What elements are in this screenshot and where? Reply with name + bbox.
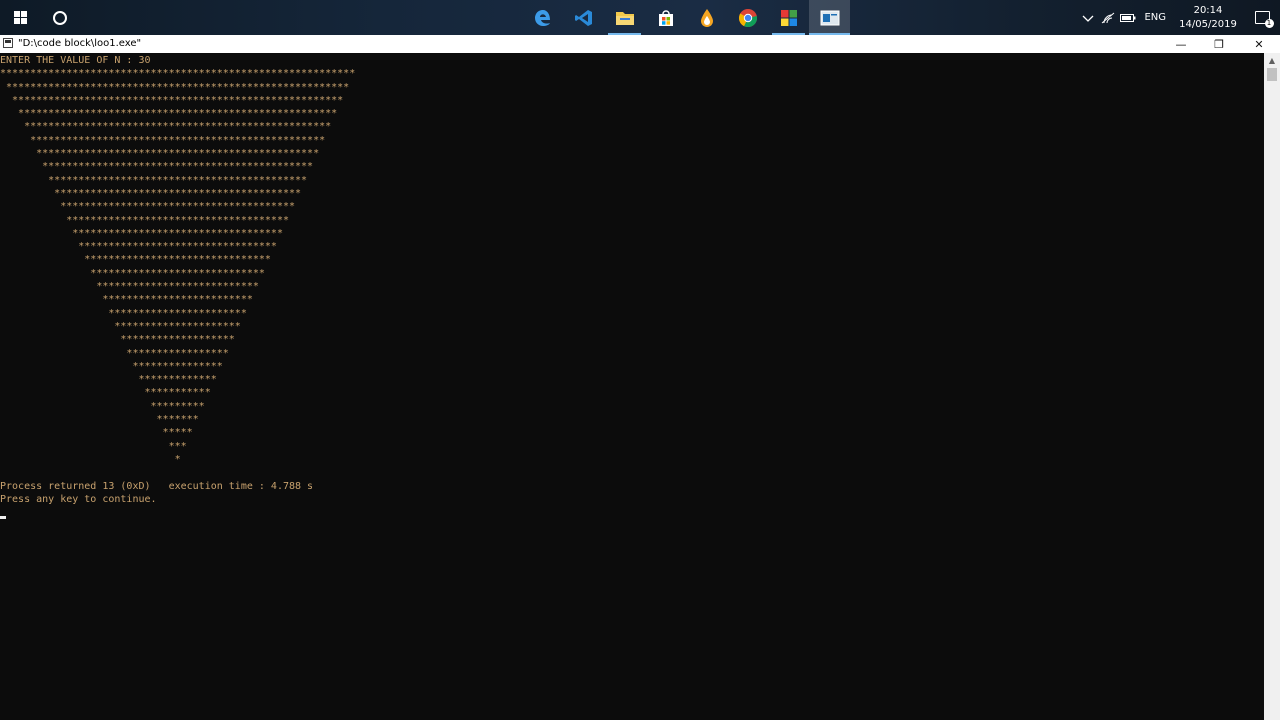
chevron-up-icon: [1082, 15, 1094, 22]
battery-icon: [1120, 13, 1136, 22]
window-title: "D:\code block\loo1.exe": [18, 38, 142, 49]
taskbar: ENG 20:14 14/05/2019 1: [0, 0, 1280, 35]
taskbar-app-codeblocks[interactable]: [768, 0, 809, 35]
input-value: 30: [138, 55, 151, 66]
scroll-up-arrow-icon[interactable]: ▲: [1264, 53, 1280, 68]
taskbar-app-file-explorer[interactable]: [604, 0, 645, 35]
taskbar-app-drop[interactable]: [686, 0, 727, 35]
taskbar-app-chrome[interactable]: [727, 0, 768, 35]
process-returned-line: Process returned 13 (0xD) execution time…: [0, 480, 314, 492]
folder-icon: [615, 11, 634, 25]
console-text: ENTER THE VALUE OF N : 30 **************…: [0, 54, 355, 506]
console-output-area[interactable]: ENTER THE VALUE OF N : 30 **************…: [0, 53, 1264, 720]
console-window-icon[interactable]: [3, 38, 13, 48]
input-prompt: ENTER THE VALUE OF N :: [0, 55, 139, 66]
cortana-button[interactable]: [40, 0, 80, 35]
action-center-button[interactable]: 1: [1244, 0, 1280, 35]
language-indicator[interactable]: ENG: [1138, 12, 1172, 23]
cortana-icon: [53, 10, 67, 25]
drop-icon: [700, 8, 713, 27]
clock-time: 20:14: [1193, 4, 1223, 16]
wifi-icon: [1102, 12, 1115, 23]
start-button[interactable]: [0, 0, 40, 35]
windows-logo-icon: [13, 11, 27, 24]
battery-button[interactable]: [1118, 0, 1138, 35]
scrollbar-thumb[interactable]: [1267, 68, 1277, 81]
codeblocks-icon: [780, 9, 797, 26]
taskbar-apps: [522, 0, 850, 35]
console-titlebar[interactable]: "D:\code block\loo1.exe" — ❐ ✕: [0, 35, 1280, 53]
clock-date: 14/05/2019: [1179, 18, 1237, 30]
press-any-key-line: Press any key to continue.: [0, 493, 157, 505]
text-cursor: [0, 516, 6, 519]
store-icon: [658, 9, 673, 26]
notification-badge: 1: [1264, 19, 1274, 28]
network-button[interactable]: [1098, 0, 1118, 35]
show-hidden-icons-button[interactable]: [1078, 0, 1098, 35]
chrome-icon: [738, 8, 757, 27]
taskbar-app-store[interactable]: [645, 0, 686, 35]
system-tray: ENG 20:14 14/05/2019 1: [1078, 0, 1280, 35]
close-button[interactable]: ✕: [1240, 35, 1278, 53]
clock[interactable]: 20:14 14/05/2019: [1172, 4, 1244, 32]
vertical-scrollbar[interactable]: ▲: [1264, 53, 1280, 720]
minimize-button[interactable]: —: [1162, 35, 1200, 53]
taskbar-app-console[interactable]: [809, 0, 850, 35]
edge-icon: [534, 9, 550, 26]
taskbar-app-vscode[interactable]: [563, 0, 604, 35]
maximize-button[interactable]: ❐: [1200, 35, 1238, 53]
taskbar-app-edge[interactable]: [522, 0, 563, 35]
vscode-icon: [574, 9, 592, 26]
console-icon: [820, 10, 839, 25]
notification-icon: 1: [1254, 11, 1274, 28]
star-pattern: ****************************************…: [0, 68, 356, 465]
